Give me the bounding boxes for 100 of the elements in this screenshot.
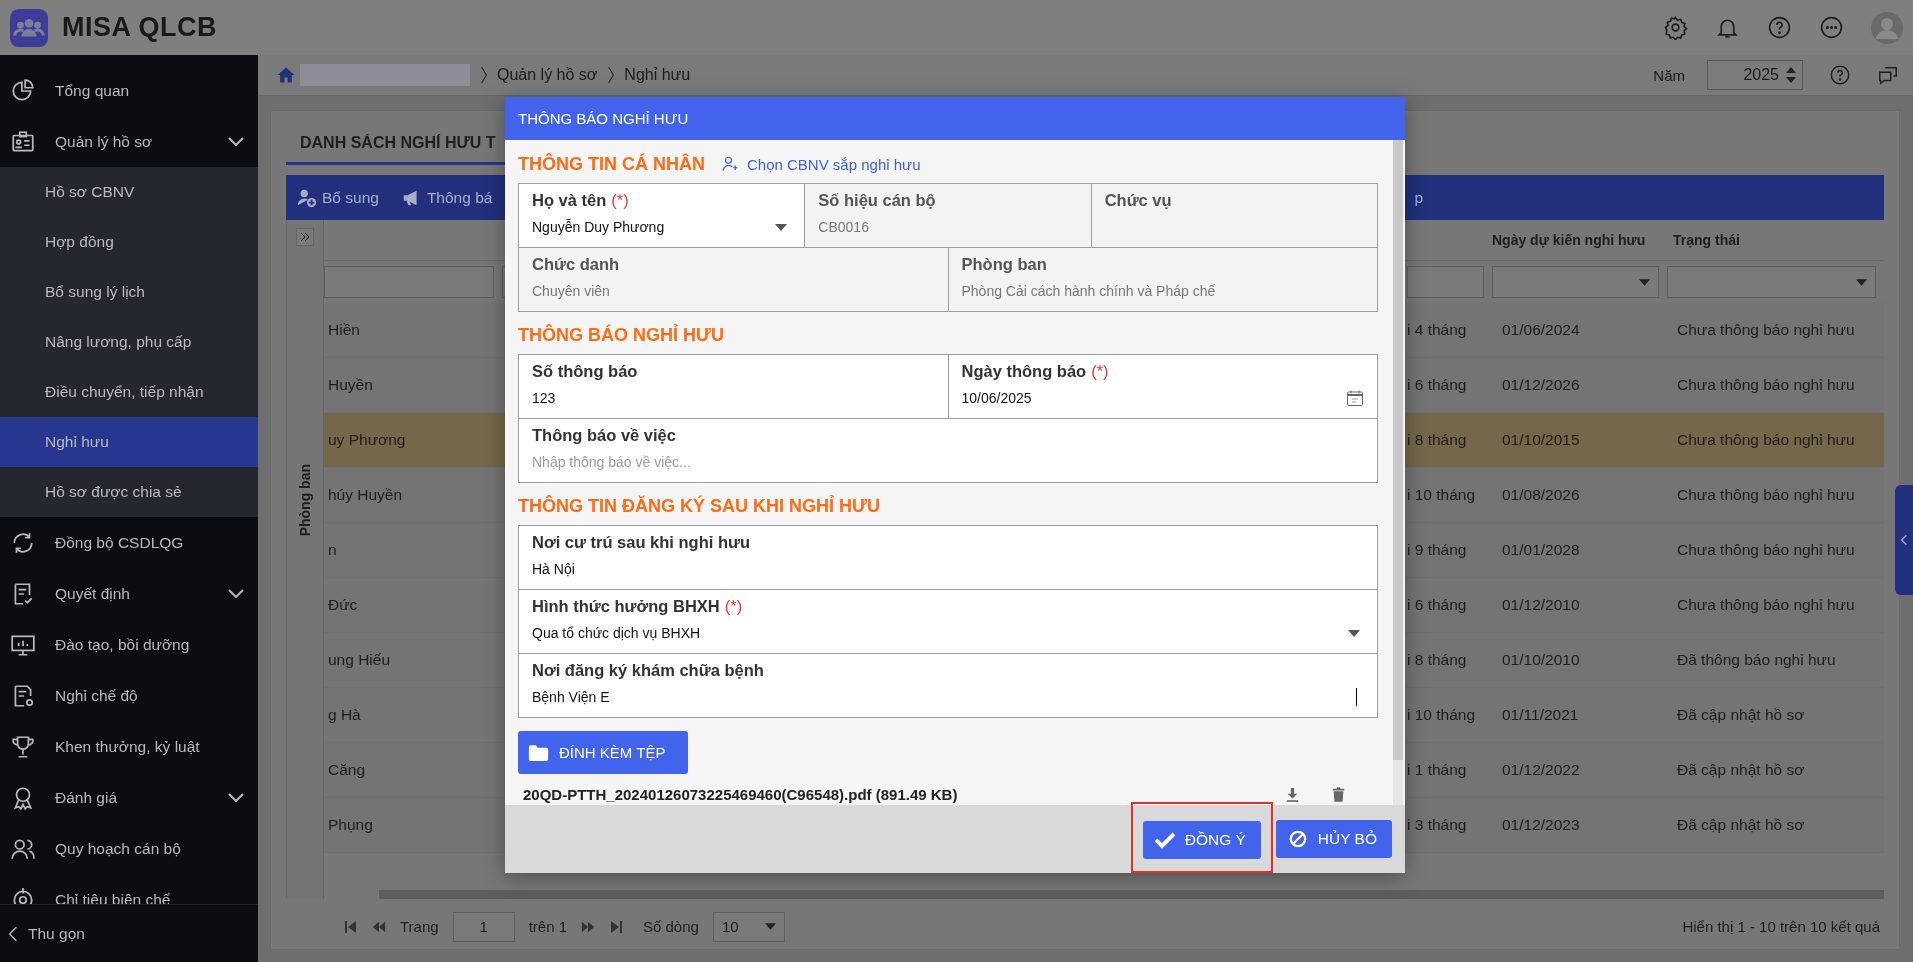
confirm-button[interactable]: ĐỒNG Ý	[1142, 821, 1261, 859]
result-summary: Hiển thị 1 - 10 trên 10 kết quả	[1682, 918, 1880, 935]
notify-button[interactable]: Thông bá	[400, 186, 493, 209]
person-add-icon	[721, 155, 739, 173]
section-title: THÔNG TIN CÁ NHÂN	[518, 153, 705, 175]
table-cell-text: i 8 tháng	[1407, 651, 1468, 669]
id-card-icon	[10, 128, 36, 155]
sidebar-subitem[interactable]: Hợp đồng	[0, 217, 258, 267]
rows-label: Số dòng	[643, 918, 699, 935]
collapse-button[interactable]: Thu gọn	[0, 904, 258, 962]
trash-icon[interactable]	[1332, 787, 1345, 802]
table-cell-text: Chưa thông báo nghỉ hưu	[1676, 596, 1856, 614]
text-field[interactable]: Nơi đăng ký khám chữa bệnh Bệnh Viện E	[519, 654, 1377, 717]
table-cell-text: Đã thông báo nghỉ hưu	[1676, 651, 1837, 669]
text-cursor	[1356, 688, 1357, 706]
previous-page-icon[interactable]	[372, 919, 386, 934]
table-cell-text: Chưa thông báo nghỉ hưu	[1676, 376, 1856, 394]
table-cell-text: i 1 tháng	[1407, 761, 1468, 779]
help-icon[interactable]	[1829, 64, 1851, 86]
sidebar-item[interactable]: Quản lý hồ sơ	[0, 116, 258, 167]
table-cell-text: Hiền	[327, 321, 361, 339]
avatar-icon[interactable]	[1871, 11, 1903, 44]
more-icon[interactable]	[1819, 15, 1844, 40]
year-spinner[interactable]: 2025	[1707, 60, 1803, 90]
sidebar-subitem[interactable]: Nghỉ hưu	[0, 417, 258, 467]
table-cell-text: 01/06/2024	[1501, 321, 1581, 339]
chevron-left-icon	[8, 924, 18, 943]
attachment-name[interactable]: 20QD-PTTH_20240126073225469460(C96548).pdf (891.49 KB)	[518, 786, 958, 803]
sidebar-item[interactable]: Đánh giá	[0, 772, 258, 823]
dropdown-field[interactable]: Họ và tên (*) Nguyễn Duy Phương	[519, 184, 805, 247]
sidebar-subitem[interactable]: Hồ sơ CBNV	[0, 167, 258, 217]
dialog-title: THÔNG BÁO NGHỈ HƯU	[505, 97, 1405, 140]
date-field[interactable]: Ngày thông báo (*) 10/06/2025	[947, 355, 1377, 418]
sidebar-subitem[interactable]: Điều chuyển, tiếp nhận	[0, 367, 258, 417]
ban-icon	[1287, 830, 1308, 848]
filter-field[interactable]	[1407, 266, 1484, 298]
page-input[interactable]: 1	[452, 911, 515, 942]
download-icon[interactable]	[1286, 787, 1299, 802]
settings-icon[interactable]	[1663, 15, 1688, 40]
table-cell-text: 01/12/2023	[1501, 816, 1581, 834]
chat-icon[interactable]	[1877, 64, 1899, 86]
sidebar-item[interactable]: Nghỉ chế độ	[0, 670, 258, 721]
cancel-button[interactable]: HỦY BỎ	[1275, 820, 1392, 858]
sidebar-subitem[interactable]: Bổ sung lý lịch	[0, 267, 258, 317]
choose-employee-link[interactable]: Chọn CBNV sắp nghỉ hưu	[721, 155, 921, 173]
sidebar-subitem[interactable]: Hồ sơ được chia sẻ	[0, 467, 258, 517]
filter-dropdown[interactable]	[1667, 266, 1876, 298]
sidebar-item[interactable]: Khen thưởng, kỷ luật	[0, 721, 258, 772]
chevron-icon	[228, 589, 244, 598]
add-button[interactable]: Bổ sung	[296, 186, 379, 209]
table-cell-text: 01/12/2010	[1501, 596, 1581, 614]
sidebar-item[interactable]: Quy hoạch cán bộ	[0, 823, 258, 874]
sidebar-item[interactable]: Quyết định	[0, 568, 258, 619]
breadcrumb-item: Nghỉ hưu	[624, 66, 691, 84]
scrollbar[interactable]	[1393, 140, 1403, 805]
sidebar-item[interactable]: Tổng quan	[0, 65, 258, 116]
section-title: THÔNG BÁO NGHỈ HƯU	[518, 324, 724, 346]
toolbar-item[interactable]: p	[1414, 188, 1423, 207]
column-header: Trạng thái	[1672, 232, 1741, 248]
table-cell-text: Căng	[327, 761, 367, 779]
table-cell-text: húy Huyền	[327, 486, 404, 504]
table-cell-text: Chưa thông báo nghỉ hưu	[1676, 321, 1856, 339]
table-cell-text: Chưa thông báo nghỉ hưu	[1676, 431, 1856, 449]
rows-dropdown[interactable]: 10	[712, 911, 785, 942]
attach-file-button[interactable]: ĐÍNH KÈM TỆP	[518, 731, 688, 774]
text-field[interactable]: Số thông báo 123	[519, 355, 948, 418]
breadcrumb-item[interactable]: Quản lý hồ sơ	[497, 66, 598, 84]
last-page-icon[interactable]	[609, 919, 623, 934]
chevron-right-icon	[607, 64, 616, 86]
calendar-icon	[1346, 389, 1364, 407]
expand-icon[interactable]	[296, 228, 314, 246]
text-field[interactable]: Thông báo về việc Nhập thông báo về việc...	[519, 419, 1377, 482]
caret-icon	[1639, 278, 1650, 286]
table-cell-text: i 4 tháng	[1407, 321, 1468, 339]
sidebar-item[interactable]: Đào tạo, bồi dưỡng	[0, 619, 258, 670]
table-cell-text: Đã cập nhật hồ sơ	[1676, 706, 1806, 724]
scrollbar[interactable]	[379, 890, 1884, 899]
year-label: Năm	[1653, 66, 1685, 84]
table-cell-text: i 10 tháng	[1407, 486, 1477, 504]
home-icon[interactable]	[276, 65, 296, 85]
filter-dropdown[interactable]	[1492, 266, 1659, 298]
sidebar-subitem[interactable]: Nâng lương, phụ cấp	[0, 317, 258, 367]
help-icon[interactable]	[1767, 15, 1792, 40]
dropdown-field[interactable]: Hình thức hưởng BHXH (*) Qua tổ chức dịch vụ BHXH	[519, 590, 1377, 653]
table-cell-text: i 10 tháng	[1407, 706, 1477, 724]
logo-icon	[10, 8, 48, 47]
table-cell-text: 01/12/2026	[1501, 376, 1581, 394]
filter-field[interactable]	[324, 266, 494, 298]
text-field[interactable]: Nơi cư trú sau khi nghỉ hưu Hà Nội	[519, 526, 1377, 589]
table-cell-text: 01/01/2028	[1501, 541, 1581, 559]
sidebar-item[interactable]: Đồng bộ CSDLQG	[0, 517, 258, 568]
table-cell-text: 01/11/2021	[1501, 706, 1580, 724]
table-cell-text: i 8 tháng	[1407, 431, 1468, 449]
first-page-icon[interactable]	[344, 919, 358, 934]
chevron-icon	[228, 137, 244, 146]
caret-icon	[764, 923, 776, 930]
column-header: Ngày dự kiến nghỉ hưu	[1492, 232, 1647, 248]
sidebar-item[interactable]: Chỉ tiêu biên chế	[0, 874, 258, 904]
app-title: MISA QLCB	[62, 12, 217, 43]
next-page-icon[interactable]	[581, 919, 595, 934]
